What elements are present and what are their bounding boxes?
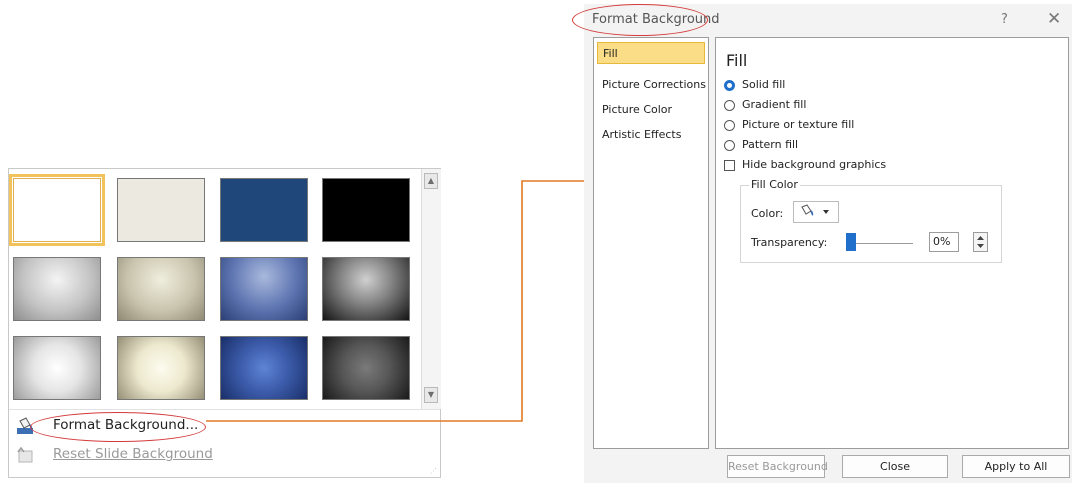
nav-item-picture-corrections[interactable]: Picture Corrections [597,74,706,96]
panel-heading: Fill [726,51,748,70]
radio-icon[interactable] [724,120,735,131]
fill-color-legend: Fill Color [749,178,800,191]
category-nav: Fill Picture Corrections Picture Color A… [593,37,709,449]
nav-item-picture-color[interactable]: Picture Color [597,99,705,121]
close-icon[interactable]: ✕ [1047,9,1061,29]
solid-fill-label: Solid fill [742,78,786,91]
picture-texture-fill-label: Picture or texture fill [742,118,855,131]
reset-background-button[interactable]: Reset Background [727,455,828,478]
pattern-fill-label: Pattern fill [742,138,799,151]
transparency-label: Transparency: [751,236,828,249]
transparency-slider-thumb[interactable] [846,233,856,251]
format-background-dialog: Format Background ? ✕ Fill Picture Corre… [572,4,1072,483]
transparency-input[interactable]: 0% [929,232,959,252]
color-label: Color: [751,207,784,220]
radio-icon[interactable] [724,140,735,151]
transparency-spinner[interactable] [973,232,988,252]
nav-item-artistic-effects[interactable]: Artistic Effects [597,124,705,146]
close-button[interactable]: Close [842,455,948,478]
hide-background-graphics-label: Hide background graphics [742,158,887,171]
gradient-fill-label: Gradient fill [742,98,807,111]
fill-color-group: Fill Color Color: Transparency: 0% [740,178,1002,263]
color-picker-button[interactable] [793,201,839,223]
fill-panel: Fill Solid fill Gradient fill Picture or… [715,37,1069,449]
spinner-arrows-icon [977,236,984,248]
help-button[interactable]: ? [1001,12,1008,27]
radio-icon[interactable] [724,100,735,111]
paint-bucket-icon [801,204,829,216]
nav-item-fill[interactable]: Fill [597,42,705,64]
apply-to-all-button[interactable]: Apply to All [962,455,1070,478]
dialog-title-highlight [572,4,708,36]
radio-selected-icon[interactable] [724,80,735,91]
transparency-slider-track[interactable] [851,243,913,244]
checkbox-icon[interactable] [724,160,735,171]
